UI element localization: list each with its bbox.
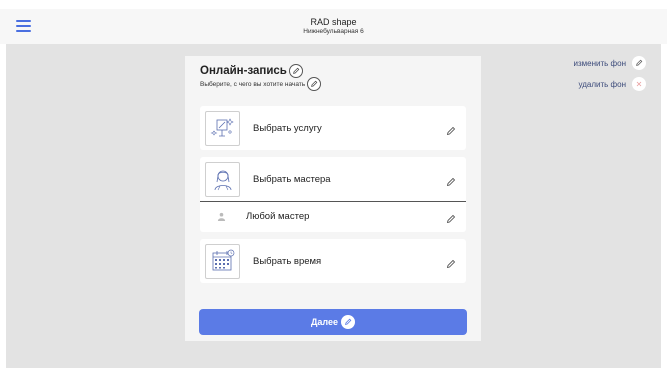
select-service-label: Выбрать услугу (253, 122, 322, 134)
background-actions: изменить фон удалить фон (574, 56, 646, 98)
brand-block: RAD shape Нижнебульварная 6 (0, 17, 667, 36)
booking-card: Онлайн-запись Выберите, с чего вы хотите… (185, 56, 481, 341)
top-bar: RAD shape Нижнебульварная 6 (0, 9, 667, 44)
card-footer: Далее (185, 301, 481, 341)
edit-any-master-pencil-icon[interactable] (446, 211, 456, 224)
page-title: Онлайн-запись (200, 65, 287, 77)
any-master-label: Любой мастер (246, 210, 310, 222)
edit-subtitle-icon[interactable] (307, 77, 322, 91)
person-icon (217, 212, 226, 221)
remove-background-label: удалить фон (578, 79, 627, 89)
edit-time-pencil-icon[interactable] (446, 256, 456, 269)
select-master-group: Выбрать мастера Любой мастер (200, 157, 466, 232)
select-service-tile[interactable]: Выбрать услугу (200, 106, 466, 150)
next-button-label: Далее (310, 317, 339, 327)
select-time-tile[interactable]: Выбрать время (200, 239, 466, 283)
booking-stage: изменить фон удалить фон Онлайн-запись В… (6, 44, 661, 368)
any-master-option[interactable]: Любой мастер (200, 205, 466, 227)
select-master-label: Выбрать мастера (253, 173, 331, 185)
master-divider (200, 201, 466, 202)
next-button[interactable]: Далее (199, 309, 467, 335)
select-time-label: Выбрать время (253, 255, 322, 267)
change-background-label: изменить фон (573, 58, 626, 68)
edit-next-icon[interactable] (341, 315, 356, 329)
brand-name: RAD shape (310, 17, 357, 27)
remove-background-button[interactable]: удалить фон (574, 77, 646, 91)
edit-master-pencil-icon[interactable] (446, 174, 456, 187)
service-icon (205, 110, 240, 146)
brand-address: Нижнебульварная 6 (303, 28, 364, 35)
change-background-button[interactable]: изменить фон (574, 56, 646, 70)
pencil-icon[interactable] (632, 56, 646, 70)
card-title: Онлайн-запись (200, 64, 303, 78)
close-icon[interactable] (632, 77, 646, 91)
subtitle-text: Выберите, с чего вы хотите начать (200, 80, 306, 88)
card-subtitle: Выберите, с чего вы хотите начать (200, 77, 322, 91)
select-master-tile[interactable]: Выбрать мастера (200, 161, 466, 197)
calendar-icon (205, 243, 240, 279)
master-icon (205, 161, 240, 197)
edit-title-icon[interactable] (288, 64, 303, 78)
edit-service-pencil-icon[interactable] (446, 123, 456, 136)
